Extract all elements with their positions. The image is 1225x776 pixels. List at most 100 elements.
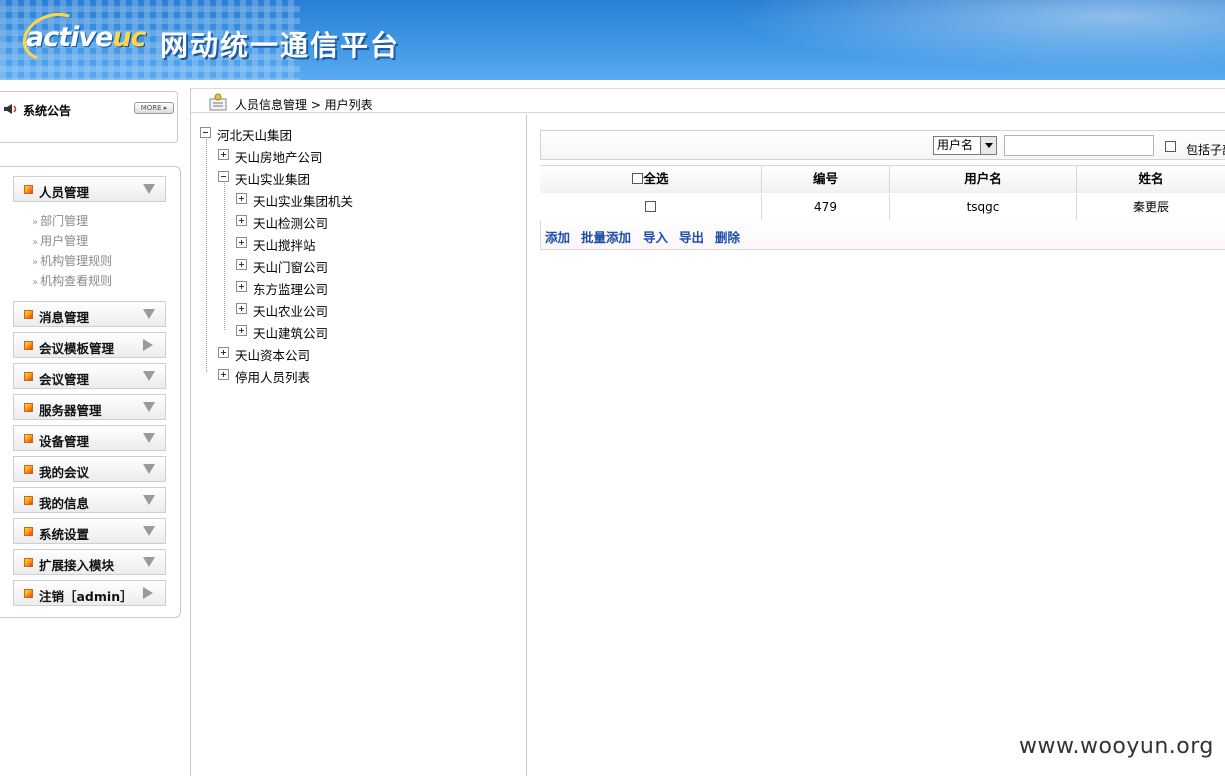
menu-bullet-icon <box>24 465 33 474</box>
tree-node-label[interactable]: 天山资本公司 <box>235 345 310 364</box>
chevron-down-icon[interactable] <box>980 137 996 154</box>
expand-icon[interactable] <box>236 193 247 204</box>
tree-node-label[interactable]: 天山房地产公司 <box>235 147 323 166</box>
add-link[interactable]: 添加 <box>545 227 570 246</box>
tree-node-label[interactable]: 天山实业集团 <box>235 169 310 188</box>
column-header-name[interactable]: 姓名 <box>1077 166 1225 193</box>
select-all-label: 全选 <box>643 171 669 186</box>
menu-item-my-meeting[interactable]: 我的会议 <box>13 456 166 482</box>
expand-icon[interactable] <box>236 281 247 292</box>
select-all-header: 全选 <box>540 166 762 193</box>
menu-bullet-icon <box>24 496 33 505</box>
chevron-down-icon <box>143 557 155 567</box>
logo: activeuc <box>26 22 147 53</box>
delete-link[interactable]: 删除 <box>715 227 740 246</box>
menu-bullet-icon <box>24 558 33 567</box>
menu-item-device[interactable]: 设备管理 <box>13 425 166 451</box>
menu-bullet-icon <box>24 185 33 194</box>
user-list-icon <box>209 93 227 111</box>
export-link[interactable]: 导出 <box>679 227 704 246</box>
tree-connector <box>206 136 207 372</box>
menu-item-label: 人员管理 <box>39 185 90 200</box>
menu-item-my-info[interactable]: 我的信息 <box>13 487 166 513</box>
app-title: 网动统一通信平台 <box>160 29 401 62</box>
header-wave <box>665 0 1225 80</box>
tree-node-label[interactable]: 天山搅拌站 <box>253 235 316 254</box>
include-sub-checkbox[interactable] <box>1165 141 1176 152</box>
menu-item-logout[interactable]: 注销［admin］ <box>13 580 166 606</box>
search-field-select[interactable]: 用户名 <box>933 136 997 155</box>
menu-item-system-settings[interactable]: 系统设置 <box>13 518 166 544</box>
tree-node-label[interactable]: 停用人员列表 <box>235 367 310 386</box>
tree-node-label[interactable]: 河北天山集团 <box>217 125 292 144</box>
expand-icon[interactable] <box>236 237 247 248</box>
select-all-checkbox[interactable] <box>632 173 644 184</box>
double-chevron-icon: » <box>32 217 39 228</box>
chevron-down-icon <box>143 526 155 536</box>
import-link[interactable]: 导入 <box>643 227 668 246</box>
menu-item-label: 注销［admin］ <box>39 589 133 604</box>
expand-icon[interactable] <box>236 325 247 336</box>
submenu-item-org-view-rule[interactable]: » 机构查看规则 <box>32 272 112 292</box>
tree-node-label[interactable]: 东方监理公司 <box>253 279 328 298</box>
collapse-icon[interactable] <box>218 171 229 182</box>
column-header-id[interactable]: 编号 <box>762 166 890 193</box>
submenu-item-org-rule[interactable]: » 机构管理规则 <box>32 252 112 272</box>
menu-item-meeting-template[interactable]: 会议模板管理 <box>13 332 166 358</box>
expand-icon[interactable] <box>236 215 247 226</box>
table-header-row: 全选 编号 用户名 姓名 <box>540 166 1225 193</box>
expand-icon[interactable] <box>218 369 229 380</box>
tree-node-label[interactable]: 天山检测公司 <box>253 213 328 232</box>
table-row: 479 tsqgc 秦更辰 <box>540 194 1225 221</box>
expand-icon[interactable] <box>218 347 229 358</box>
system-notice-panel: 系统公告 MORE ▸ <box>0 91 178 143</box>
collapse-icon[interactable] <box>200 127 211 138</box>
chevron-down-icon <box>143 402 155 412</box>
tree-node-label[interactable]: 天山建筑公司 <box>253 323 328 342</box>
cell-id: 479 <box>762 194 890 221</box>
row-select-cell <box>540 194 762 221</box>
batch-add-link[interactable]: 批量添加 <box>581 227 631 246</box>
submenu-item-user[interactable]: » 用户管理 <box>32 232 112 252</box>
menu-item-label: 会议模板管理 <box>39 341 115 356</box>
more-button[interactable]: MORE ▸ <box>134 102 174 114</box>
menu-item-meeting[interactable]: 会议管理 <box>13 363 166 389</box>
chevron-down-icon <box>143 371 155 381</box>
menu-item-server[interactable]: 服务器管理 <box>13 394 166 420</box>
search-input[interactable] <box>1004 135 1154 156</box>
cell-name: 秦更辰 <box>1077 194 1225 221</box>
submenu-item-department[interactable]: » 部门管理 <box>32 212 112 232</box>
expand-icon[interactable] <box>236 259 247 270</box>
menu-item-label: 系统设置 <box>39 527 90 542</box>
chevron-down-icon <box>143 433 155 443</box>
speaker-icon <box>4 104 17 114</box>
menu-item-extension-module[interactable]: 扩展接入模块 <box>13 549 166 575</box>
expand-icon[interactable] <box>218 149 229 160</box>
chevron-right-icon <box>143 587 153 599</box>
chevron-down-icon <box>143 184 155 194</box>
tree-node-label[interactable]: 天山农业公司 <box>253 301 328 320</box>
user-table: 全选 编号 用户名 姓名 479 tsqgc 秦更辰 <box>540 165 1225 221</box>
tree-node-label[interactable]: 天山实业集团机关 <box>253 191 353 210</box>
cell-username: tsqgc <box>890 194 1077 221</box>
column-header-username[interactable]: 用户名 <box>890 166 1077 193</box>
menu-bullet-icon <box>24 372 33 381</box>
menu-item-message[interactable]: 消息管理 <box>13 301 166 327</box>
menu-bullet-icon <box>24 341 33 350</box>
menu-item-personnel[interactable]: 人员管理 <box>13 176 166 202</box>
menu-bullet-icon <box>24 310 33 319</box>
menu-item-label: 设备管理 <box>39 434 90 449</box>
submenu-label: 机构管理规则 <box>40 254 113 268</box>
divider <box>190 88 191 776</box>
row-checkbox[interactable] <box>645 201 656 212</box>
tree-node-label[interactable]: 天山门窗公司 <box>253 257 328 276</box>
menu-bullet-icon <box>24 403 33 412</box>
submenu-label: 机构查看规则 <box>40 274 113 288</box>
menu-item-label: 我的信息 <box>39 496 90 511</box>
menu-item-label: 我的会议 <box>39 465 90 480</box>
submenu-personnel: » 部门管理» 用户管理» 机构管理规则» 机构查看规则 <box>32 212 112 292</box>
expand-icon[interactable] <box>236 303 247 314</box>
include-sub-label: 包括子部 <box>1186 143 1225 157</box>
double-chevron-icon: » <box>32 277 39 288</box>
menu-item-label: 扩展接入模块 <box>39 558 115 573</box>
